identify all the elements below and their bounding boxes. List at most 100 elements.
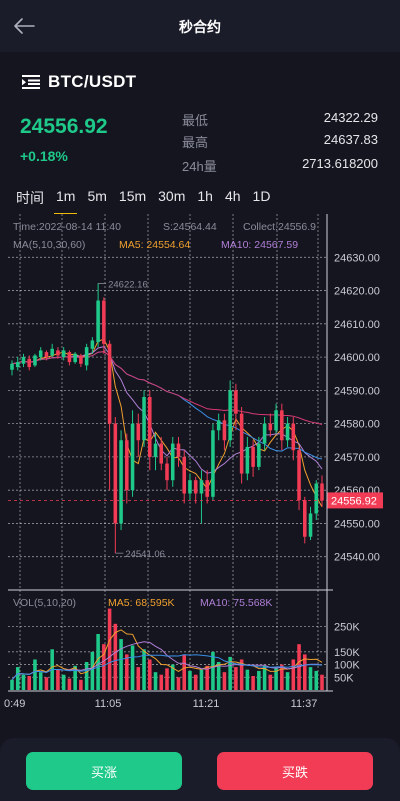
- candle-body: [262, 423, 267, 444]
- volume-bar: [234, 667, 238, 690]
- candle-body: [314, 483, 319, 514]
- tab-1d[interactable]: 1D: [247, 188, 277, 208]
- volume-bar: [165, 668, 169, 690]
- volume-bar: [320, 674, 324, 690]
- candle-body: [285, 423, 290, 441]
- low-value: 24322.29: [323, 110, 378, 125]
- y-tick-label: 24540.00: [334, 552, 380, 564]
- top-bar: 秒合约: [0, 0, 400, 52]
- info-collect: Collect:24556.9: [243, 221, 316, 233]
- volume-bar: [27, 676, 32, 690]
- volume-bar: [90, 651, 95, 690]
- trading-pair[interactable]: BTC/USDT: [22, 72, 136, 92]
- volume-bar: [96, 634, 100, 690]
- candle-body: [228, 390, 232, 441]
- volume-bar: [125, 654, 129, 690]
- y-tick-label: 24620.00: [334, 286, 380, 298]
- y-tick-label: 24550.00: [334, 518, 380, 530]
- y-tick-label: 24570.00: [334, 452, 380, 464]
- candle-body: [308, 513, 313, 537]
- candle-body: [130, 423, 135, 491]
- tab-time[interactable]: 时间: [14, 188, 50, 208]
- candle-body: [102, 300, 106, 344]
- vol-tick-label: 100K: [334, 660, 360, 672]
- volume-bar: [147, 659, 152, 690]
- volume-bar: [199, 669, 204, 690]
- candle-body: [27, 358, 32, 368]
- tab-4h[interactable]: 4h: [219, 188, 247, 208]
- tab-1h[interactable]: 1h: [191, 188, 219, 208]
- candle-body: [274, 410, 278, 431]
- candle-body: [21, 357, 26, 364]
- volume-label: 24h量: [182, 159, 217, 174]
- candle-body: [136, 423, 141, 441]
- candle-body: [159, 443, 164, 464]
- interval-tabs: 时间 1m 5m 15m 30m 1h 4h 1D: [14, 188, 277, 215]
- volume-bar: [251, 676, 255, 690]
- low-label: 最低: [182, 113, 209, 128]
- x-tick-label: 11:05: [95, 698, 122, 710]
- volume-bar: [182, 654, 187, 690]
- y-tick-label: 24630.00: [334, 252, 380, 264]
- candle-body: [193, 480, 198, 494]
- last-price: 24556.92: [20, 115, 108, 138]
- tab-5m[interactable]: 5m: [81, 188, 112, 208]
- volume-bar: [61, 674, 66, 690]
- low-mark-label: 24541.06: [125, 549, 165, 560]
- buy-up-button[interactable]: 买涨: [26, 752, 182, 790]
- candle-body: [50, 348, 54, 356]
- candle-body: [38, 350, 43, 358]
- tab-15m[interactable]: 15m: [113, 188, 152, 208]
- volume-bar: [10, 679, 14, 690]
- candle-body: [199, 480, 204, 494]
- vol-ma5-label: MA5: 68.595K: [108, 597, 175, 609]
- volume-bar: [314, 670, 319, 690]
- y-tick-label: 24600.00: [334, 352, 380, 364]
- vol-ma10-label: MA10: 75.568K: [200, 597, 272, 609]
- candle-body: [239, 413, 244, 474]
- candle-body: [216, 420, 221, 431]
- list-indent-icon: [22, 75, 40, 89]
- volume-bar: [130, 645, 135, 690]
- volume-bar: [119, 639, 123, 690]
- page-title: 秒合约: [179, 19, 221, 35]
- volume-bar: [308, 667, 313, 690]
- vol-tick-label: 50K: [334, 672, 354, 684]
- candle-body: [251, 446, 255, 467]
- volume-bar: [291, 659, 296, 690]
- candle-body: [165, 463, 169, 481]
- volume-bar: [107, 608, 112, 690]
- volume-bar: [15, 667, 20, 690]
- volume-bar: [67, 678, 72, 690]
- tab-1m[interactable]: 1m: [50, 188, 81, 215]
- volume-bar: [245, 669, 250, 690]
- candle-body: [67, 352, 72, 363]
- price-change: +0.18%: [20, 148, 68, 164]
- candle-body: [291, 423, 296, 451]
- tab-30m[interactable]: 30m: [152, 188, 191, 208]
- candle-body: [302, 500, 307, 537]
- candle-body: [96, 300, 100, 343]
- ma5-label: MA5: 24554.64: [119, 239, 190, 251]
- candle-body: [257, 443, 261, 467]
- candle-body: [211, 430, 215, 497]
- x-tick-label: 0:49: [4, 698, 25, 710]
- volume-bar: [222, 672, 227, 690]
- candle-body: [15, 362, 20, 368]
- high-value: 24637.83: [323, 132, 378, 147]
- candle-body: [44, 352, 49, 358]
- candle-body: [56, 350, 60, 356]
- candle-body: [79, 355, 83, 364]
- vol-title: VOL(5,10,20): [13, 597, 76, 609]
- kline-chart[interactable]: 24630.00 24620.00 24610.00 24600.00 24590.00…: [0, 214, 400, 714]
- volume-bar: [268, 674, 273, 690]
- kline-chart-svg[interactable]: 24630.00 24620.00 24610.00 24600.00 24590.00…: [0, 214, 400, 714]
- y-tick-label: 24580.00: [334, 419, 380, 431]
- volume-bar: [193, 674, 198, 690]
- candle-body: [268, 423, 273, 431]
- volume-bar: [38, 672, 43, 690]
- volume-bar: [33, 659, 37, 690]
- candle-body: [170, 443, 175, 481]
- buy-down-button[interactable]: 买跌: [217, 752, 373, 790]
- volume-bar: [84, 662, 89, 690]
